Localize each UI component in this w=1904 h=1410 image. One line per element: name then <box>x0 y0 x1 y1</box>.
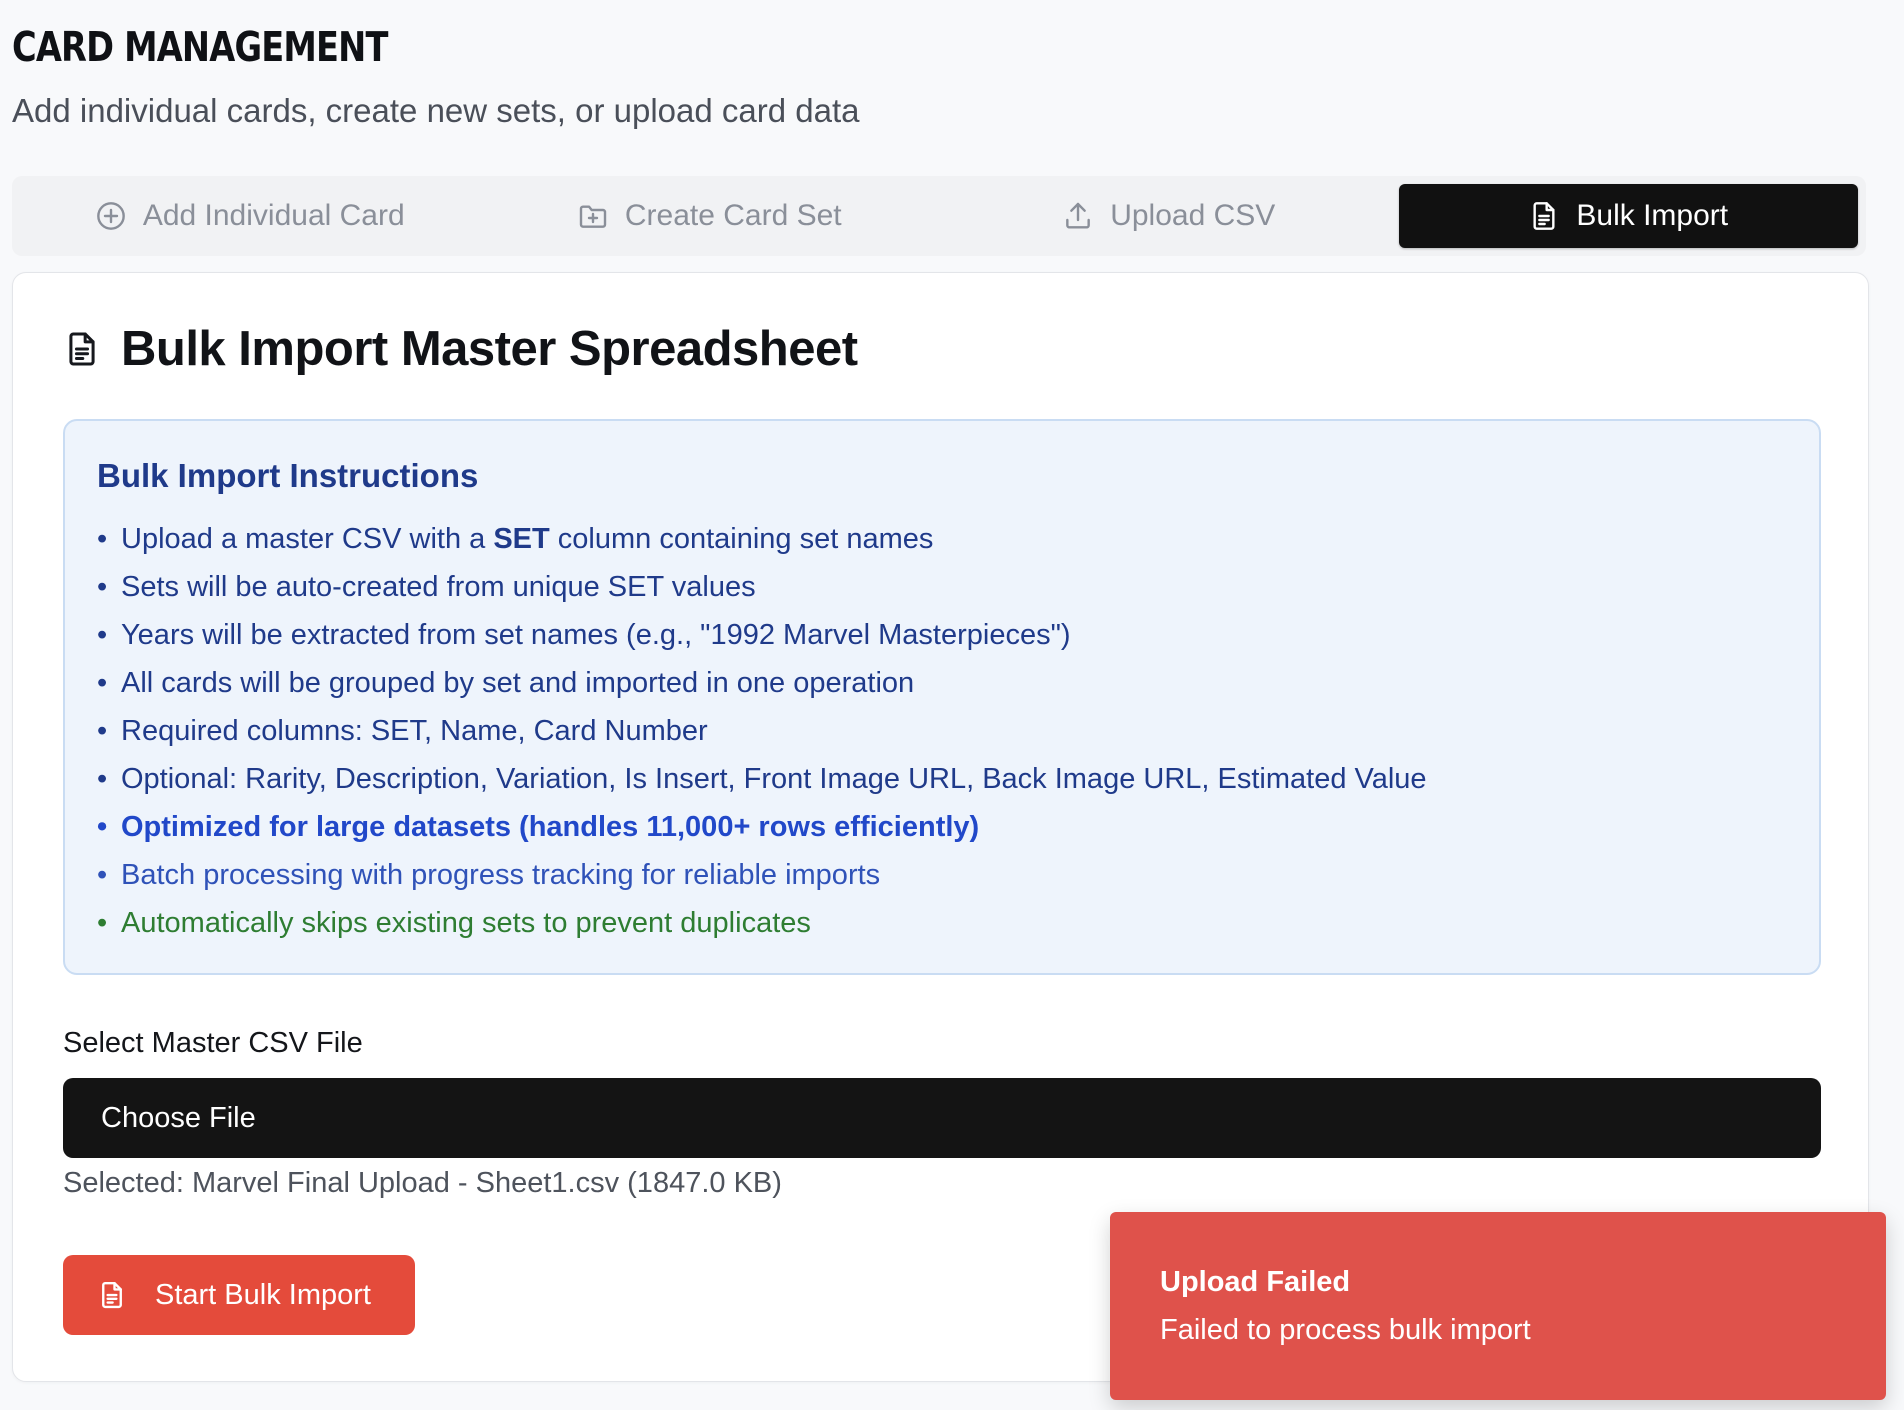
panel-title: Bulk Import Master Spreadsheet <box>121 322 858 376</box>
tab-create-card-set[interactable]: Create Card Set <box>480 184 940 248</box>
file-input-label: Select Master CSV File <box>63 1027 363 1059</box>
instruction-item-highlight: • Optimized for large datasets (handles 1… <box>97 811 980 843</box>
choose-file-button[interactable]: Choose File <box>63 1078 1821 1158</box>
instruction-item: • Sets will be auto-created from unique S… <box>97 571 756 603</box>
instructions-list: • Upload a master CSV with a SET column c… <box>97 515 1787 947</box>
start-bulk-import-label: Start Bulk Import <box>155 1278 371 1311</box>
instruction-item: • Upload a master CSV with a SET column c… <box>97 523 934 555</box>
toast-message: Failed to process bulk import <box>1160 1314 1531 1346</box>
document-icon <box>1533 202 1555 230</box>
tab-label: Bulk Import <box>1576 199 1729 232</box>
folder-plus-icon <box>579 205 607 228</box>
instruction-item: • Required columns: SET, Name, Card Numbe… <box>97 715 708 747</box>
instruction-item: • Optional: Rarity, Description, Variatio… <box>97 763 1427 795</box>
choose-file-label: Choose File <box>101 1101 256 1134</box>
instruction-item: • All cards will be grouped by set and im… <box>97 667 915 699</box>
tab-bulk-import[interactable]: Bulk Import <box>1398 184 1858 248</box>
start-bulk-import-button[interactable]: Start Bulk Import <box>63 1255 415 1335</box>
upload-icon <box>1066 202 1091 229</box>
tab-label: Add Individual Card <box>142 199 405 232</box>
plus-circle-icon <box>96 202 125 230</box>
page-title: Card Management <box>12 23 388 71</box>
document-icon <box>102 1281 122 1309</box>
selected-file-text: Selected: Marvel Final Upload - Sheet1.c… <box>63 1167 782 1199</box>
document-icon <box>69 332 95 366</box>
instructions-box: Bulk Import Instructions • Upload a maste… <box>63 419 1821 975</box>
page-header: Card Management Add individual cards, cr… <box>12 18 1884 132</box>
tab-upload-csv[interactable]: Upload CSV <box>939 184 1399 248</box>
error-toast[interactable]: Upload Failed Failed to process bulk imp… <box>1110 1212 1886 1400</box>
instruction-item-info: • Batch processing with progress tracking… <box>97 859 881 891</box>
page-subtitle: Add individual cards, create new sets, o… <box>12 92 860 129</box>
instructions-title: Bulk Import Instructions <box>97 457 479 494</box>
tab-label: Create Card Set <box>624 199 842 232</box>
toast-title: Upload Failed <box>1160 1266 1351 1298</box>
tab-bar: Add Individual Card Create Card Set Uplo… <box>12 176 1866 256</box>
tab-label: Upload CSV <box>1110 199 1276 232</box>
instruction-item-success: • Automatically skips existing sets to pr… <box>97 907 811 939</box>
tab-add-individual-card[interactable]: Add Individual Card <box>20 184 480 248</box>
instruction-item: • Years will be extracted from set names … <box>97 619 1071 651</box>
panel-heading: Bulk Import Master Spreadsheet <box>63 321 858 377</box>
